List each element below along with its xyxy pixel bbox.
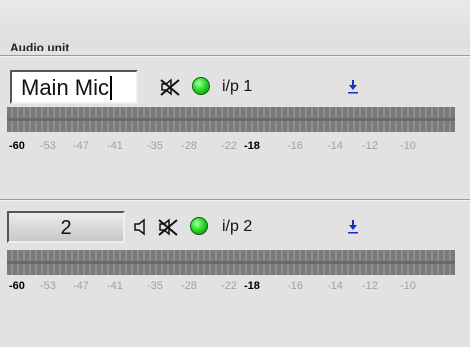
channel-2-input-label: i/p 2 [222, 218, 253, 235]
scale-label: -53 [40, 280, 56, 292]
scale-label: -47 [73, 140, 89, 152]
channel-2-level-meter [7, 250, 455, 275]
scale-label: -18 [244, 140, 260, 152]
scale-label: -14 [327, 140, 343, 152]
channel-divider-highlight [0, 200, 470, 201]
channel-1-name-text: Main Mic [21, 75, 110, 100]
scale-label: -22 [221, 140, 237, 152]
scale-label: -41 [107, 140, 123, 152]
scale-label: -60 [9, 280, 25, 292]
dropdown-arrow-icon[interactable] [346, 219, 360, 235]
scale-label: -53 [40, 140, 56, 152]
section-title: Audio unit [10, 42, 70, 51]
scale-label: -28 [181, 140, 197, 152]
dropdown-arrow-icon[interactable] [346, 79, 360, 95]
scale-label: -14 [327, 280, 343, 292]
channel-1-input-label: i/p 1 [222, 78, 253, 95]
scale-label: -10 [400, 280, 416, 292]
channel-1-level-meter [7, 107, 455, 132]
status-led-icon [192, 77, 210, 95]
text-caret [110, 76, 113, 100]
speaker-muted-icon[interactable] [157, 217, 179, 237]
scale-label: -22 [221, 280, 237, 292]
status-led-icon [190, 217, 208, 235]
scale-label: -60 [9, 140, 25, 152]
scale-label: -10 [400, 140, 416, 152]
scale-label: -35 [147, 280, 163, 292]
scale-label: -16 [287, 280, 303, 292]
scale-label: -47 [73, 280, 89, 292]
speaker-muted-icon[interactable] [159, 77, 181, 97]
speaker-icon[interactable] [133, 217, 149, 237]
scale-label: -12 [362, 280, 378, 292]
scale-label: -35 [147, 140, 163, 152]
scale-label: -12 [362, 140, 378, 152]
channel-2-name-field[interactable]: 2 [7, 211, 125, 243]
top-panel [0, 0, 470, 47]
channel-1-name-input[interactable]: Main Mic [10, 70, 138, 104]
section-divider-highlight [0, 56, 470, 57]
scale-label: -28 [181, 280, 197, 292]
scale-label: -16 [287, 140, 303, 152]
scale-label: -41 [107, 280, 123, 292]
scale-label: -18 [244, 280, 260, 292]
